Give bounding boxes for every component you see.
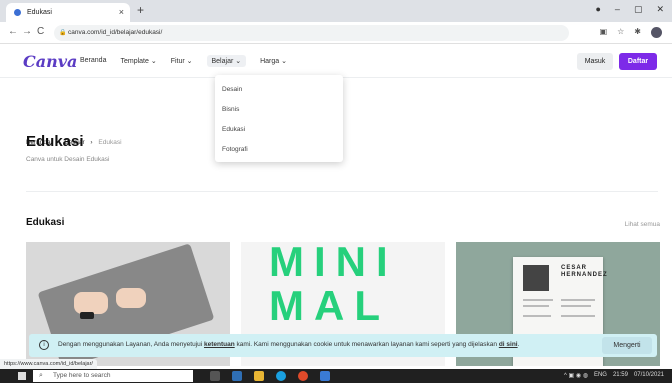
info-icon: i bbox=[39, 340, 49, 350]
resume-line bbox=[523, 305, 549, 307]
masuk-button[interactable]: Masuk bbox=[577, 53, 613, 70]
extensions-icon[interactable]: ✱ bbox=[634, 27, 641, 38]
resume-name: CESAR HERNANDEZ bbox=[561, 265, 608, 278]
breadcrumb-separator: › bbox=[90, 139, 93, 146]
daftar-button[interactable]: Daftar bbox=[619, 53, 657, 70]
resume-line bbox=[523, 315, 551, 317]
translate-icon[interactable]: ▣ bbox=[600, 27, 608, 38]
close-tab-icon[interactable]: × bbox=[119, 7, 124, 17]
close-window-button[interactable]: ✕ bbox=[656, 4, 664, 15]
edge-icon[interactable] bbox=[276, 371, 286, 381]
app-icon[interactable] bbox=[232, 371, 242, 381]
taskbar-apps bbox=[210, 371, 330, 381]
dropdown-item-fotografi[interactable]: Fotografi bbox=[215, 141, 343, 161]
dropdown-item-desain[interactable]: Desain bbox=[215, 81, 343, 101]
forward-button[interactable]: → bbox=[22, 26, 32, 37]
task-view-icon[interactable] bbox=[210, 371, 220, 381]
see-all-link[interactable]: Lihat semua bbox=[625, 221, 660, 228]
profile-avatar[interactable] bbox=[651, 27, 662, 38]
here-link[interactable]: di sini bbox=[499, 341, 518, 348]
resume-line bbox=[523, 299, 553, 301]
mengerti-button[interactable]: Mengerti bbox=[602, 337, 652, 354]
browser-tab[interactable]: Edukasi × bbox=[6, 3, 130, 22]
tray-icons[interactable]: ^ ▣ ◉ ◍ bbox=[564, 372, 588, 379]
resume-line bbox=[561, 299, 595, 301]
belajar-dropdown: Desain Bisnis Edukasi Fotografi bbox=[215, 75, 343, 162]
cookie-banner: i Dengan menggunakan Layanan, Anda menye… bbox=[29, 334, 657, 357]
hand-image bbox=[116, 288, 146, 308]
url-input[interactable]: 🔒 canva.com/id_id/belajar/edukasi/ bbox=[54, 25, 569, 41]
main-menu: Beranda Template ⌄ Fitur ⌄ Belajar ⌄ Har… bbox=[80, 55, 287, 67]
page-title: Edukasi bbox=[26, 133, 84, 150]
terms-link[interactable]: ketentuan bbox=[204, 341, 235, 348]
new-tab-button[interactable]: + bbox=[137, 3, 144, 17]
cookie-text-part: Dengan menggunakan Layanan, Anda menyetu… bbox=[58, 341, 204, 348]
taskbar-search-placeholder: Type here to search bbox=[53, 372, 111, 379]
clock-time[interactable]: 21:59 bbox=[613, 372, 628, 379]
dropdown-item-bisnis[interactable]: Bisnis bbox=[215, 101, 343, 121]
section-divider bbox=[26, 191, 658, 192]
search-icon: ⌕ bbox=[39, 372, 43, 379]
resume-line bbox=[561, 305, 591, 307]
file-explorer-icon[interactable] bbox=[254, 371, 264, 381]
page-subtitle: Canva untuk Desain Edukasi bbox=[26, 156, 110, 163]
link-status-bar: https://www.canva.com/id_id/belajar/ bbox=[0, 359, 97, 369]
resume-line bbox=[561, 315, 595, 317]
cookie-text-part: kami. Kami menggunakan cookie untuk mena… bbox=[234, 341, 499, 348]
browser-extensions: ▣ ☆ ✱ bbox=[600, 27, 662, 38]
profile-dot-icon[interactable]: ● bbox=[595, 4, 600, 15]
cookie-text: Dengan menggunakan Layanan, Anda menyetu… bbox=[58, 341, 519, 348]
app-icon[interactable] bbox=[320, 371, 330, 381]
hand-image bbox=[74, 292, 108, 314]
reload-button[interactable]: C bbox=[37, 26, 44, 37]
lock-icon: 🔒 bbox=[59, 30, 67, 36]
watch-image bbox=[80, 312, 94, 319]
favicon-icon bbox=[14, 9, 21, 16]
clock-date[interactable]: 07/10/2021 bbox=[634, 372, 664, 379]
nav-beranda[interactable]: Beranda bbox=[80, 57, 106, 67]
windows-taskbar: ⌕ Type here to search ^ ▣ ◉ ◍ ENG 21:59 … bbox=[0, 369, 672, 383]
opera-icon[interactable] bbox=[298, 371, 308, 381]
windows-start-icon[interactable] bbox=[18, 372, 26, 380]
minimal-text: MINI MAL bbox=[269, 242, 398, 329]
nav-belajar[interactable]: Belajar ⌄ bbox=[206, 55, 247, 67]
site-header: Canva Beranda Template ⌄ Fitur ⌄ Belajar… bbox=[0, 44, 672, 78]
maximize-button[interactable]: ▢ bbox=[634, 4, 643, 15]
section-title: Edukasi bbox=[26, 217, 65, 228]
taskbar-search-input[interactable]: ⌕ Type here to search bbox=[33, 370, 193, 382]
nav-fitur[interactable]: Fitur ⌄ bbox=[171, 57, 193, 67]
window-controls: ● – ▢ ✕ bbox=[595, 4, 664, 15]
back-button[interactable]: ← bbox=[8, 26, 18, 37]
address-bar-row: ← → C 🔒 canva.com/id_id/belajar/edukasi/… bbox=[0, 22, 672, 44]
language-indicator[interactable]: ENG bbox=[594, 372, 607, 379]
url-text: canva.com/id_id/belajar/edukasi/ bbox=[68, 29, 163, 36]
minimize-button[interactable]: – bbox=[615, 4, 620, 15]
dropdown-item-edukasi[interactable]: Edukasi bbox=[215, 121, 343, 141]
tab-title: Edukasi bbox=[27, 9, 52, 16]
nav-harga[interactable]: Harga ⌄ bbox=[260, 57, 287, 67]
resume-photo bbox=[523, 265, 549, 291]
nav-template[interactable]: Template ⌄ bbox=[120, 57, 156, 67]
cookie-text-part: . bbox=[517, 341, 520, 348]
breadcrumb-current: Edukasi bbox=[98, 139, 122, 146]
bookmark-star-icon[interactable]: ☆ bbox=[617, 27, 624, 38]
system-tray: ^ ▣ ◉ ◍ ENG 21:59 07/10/2021 bbox=[564, 372, 664, 379]
browser-tab-bar: Edukasi × + ● – ▢ ✕ bbox=[0, 0, 672, 22]
canva-logo[interactable]: Canva bbox=[23, 52, 77, 71]
